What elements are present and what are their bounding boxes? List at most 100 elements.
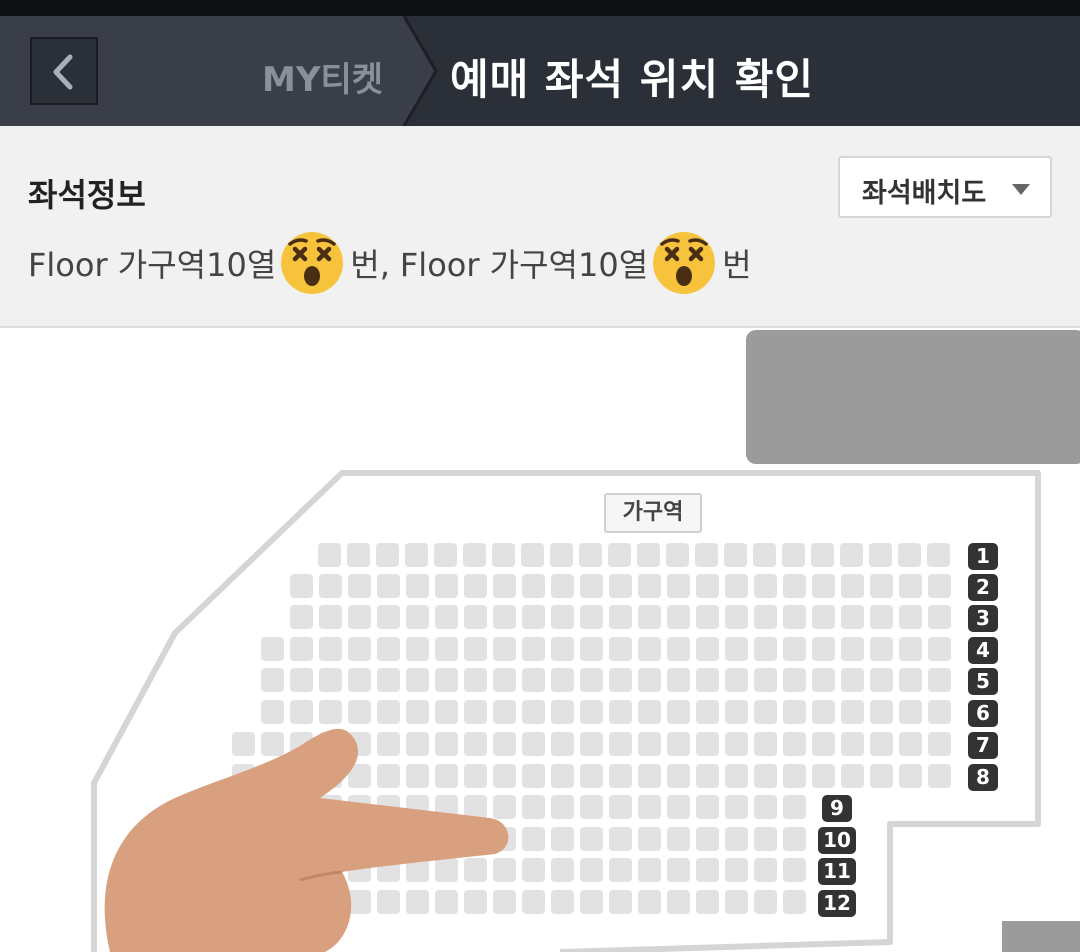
seat[interactable] (841, 732, 864, 756)
breadcrumb-my-ticket[interactable]: MY티켓 (262, 52, 383, 101)
seat-map-dropdown[interactable]: 좌석배치도 (838, 156, 1052, 218)
seat[interactable] (580, 574, 603, 598)
seat[interactable] (638, 890, 661, 914)
seat[interactable] (347, 543, 370, 567)
seat[interactable] (725, 668, 748, 692)
seat[interactable] (696, 858, 719, 882)
seat[interactable] (899, 574, 922, 598)
seat[interactable] (928, 637, 951, 661)
seat[interactable] (696, 668, 719, 692)
seat[interactable] (841, 637, 864, 661)
seat[interactable] (522, 605, 545, 629)
seat[interactable] (609, 605, 632, 629)
seat[interactable] (435, 858, 458, 882)
seat[interactable] (406, 668, 429, 692)
seat[interactable] (638, 858, 661, 882)
seat[interactable] (435, 764, 458, 788)
seat[interactable] (522, 858, 545, 882)
seat[interactable] (754, 668, 777, 692)
seat[interactable] (348, 605, 371, 629)
seat[interactable] (928, 668, 951, 692)
seat[interactable] (696, 700, 719, 724)
seat[interactable] (841, 574, 864, 598)
seat[interactable] (348, 700, 371, 724)
seat[interactable] (319, 605, 342, 629)
seat[interactable] (348, 574, 371, 598)
seat[interactable] (493, 700, 516, 724)
seat[interactable] (377, 700, 400, 724)
seat[interactable] (464, 637, 487, 661)
seat[interactable] (551, 795, 574, 819)
seat[interactable] (783, 827, 806, 851)
seat[interactable] (290, 605, 313, 629)
seat[interactable] (696, 574, 719, 598)
seat[interactable] (608, 543, 631, 567)
seat[interactable] (841, 605, 864, 629)
seat[interactable] (377, 605, 400, 629)
seat[interactable] (754, 700, 777, 724)
seat[interactable] (725, 700, 748, 724)
seat[interactable] (493, 795, 516, 819)
back-button[interactable] (30, 37, 98, 105)
seat[interactable] (579, 543, 602, 567)
seat[interactable] (783, 700, 806, 724)
seat[interactable] (348, 668, 371, 692)
seat[interactable] (899, 732, 922, 756)
seat[interactable] (928, 764, 951, 788)
seat[interactable] (377, 574, 400, 598)
seat[interactable] (492, 543, 515, 567)
seat[interactable] (261, 732, 284, 756)
seat[interactable] (899, 764, 922, 788)
seat[interactable] (551, 858, 574, 882)
seat[interactable] (376, 543, 399, 567)
seat[interactable] (580, 764, 603, 788)
seat[interactable] (377, 732, 400, 756)
seat[interactable] (348, 890, 371, 914)
seat[interactable] (754, 764, 777, 788)
seat[interactable] (638, 732, 661, 756)
seat[interactable] (812, 637, 835, 661)
seat[interactable] (666, 543, 689, 567)
seat[interactable] (783, 764, 806, 788)
seat[interactable] (812, 668, 835, 692)
seat[interactable] (696, 795, 719, 819)
seat[interactable] (754, 732, 777, 756)
seat[interactable] (435, 637, 458, 661)
seat[interactable] (667, 890, 690, 914)
seat[interactable] (812, 764, 835, 788)
seat[interactable] (638, 764, 661, 788)
seat[interactable] (435, 732, 458, 756)
seat[interactable] (580, 890, 603, 914)
seat[interactable] (377, 668, 400, 692)
seat[interactable] (754, 637, 777, 661)
seat[interactable] (667, 668, 690, 692)
seat[interactable] (667, 732, 690, 756)
seat[interactable] (609, 700, 632, 724)
seat[interactable] (782, 543, 805, 567)
seat[interactable] (928, 732, 951, 756)
seat[interactable] (725, 764, 748, 788)
seat[interactable] (551, 605, 574, 629)
seat[interactable] (783, 858, 806, 882)
seat[interactable] (406, 764, 429, 788)
seat[interactable] (318, 543, 341, 567)
seat[interactable] (783, 605, 806, 629)
seat[interactable] (754, 795, 777, 819)
seat[interactable] (319, 700, 342, 724)
seat[interactable] (725, 605, 748, 629)
seat[interactable] (464, 764, 487, 788)
seat[interactable] (667, 637, 690, 661)
seat[interactable] (493, 858, 516, 882)
seat[interactable] (812, 605, 835, 629)
seat[interactable] (348, 637, 371, 661)
seat[interactable] (754, 574, 777, 598)
seat[interactable] (493, 637, 516, 661)
seat[interactable] (609, 858, 632, 882)
seat[interactable] (580, 700, 603, 724)
seat[interactable] (870, 605, 893, 629)
seat[interactable] (725, 890, 748, 914)
seat[interactable] (464, 574, 487, 598)
seat[interactable] (754, 890, 777, 914)
seat[interactable] (551, 890, 574, 914)
seat[interactable] (783, 668, 806, 692)
